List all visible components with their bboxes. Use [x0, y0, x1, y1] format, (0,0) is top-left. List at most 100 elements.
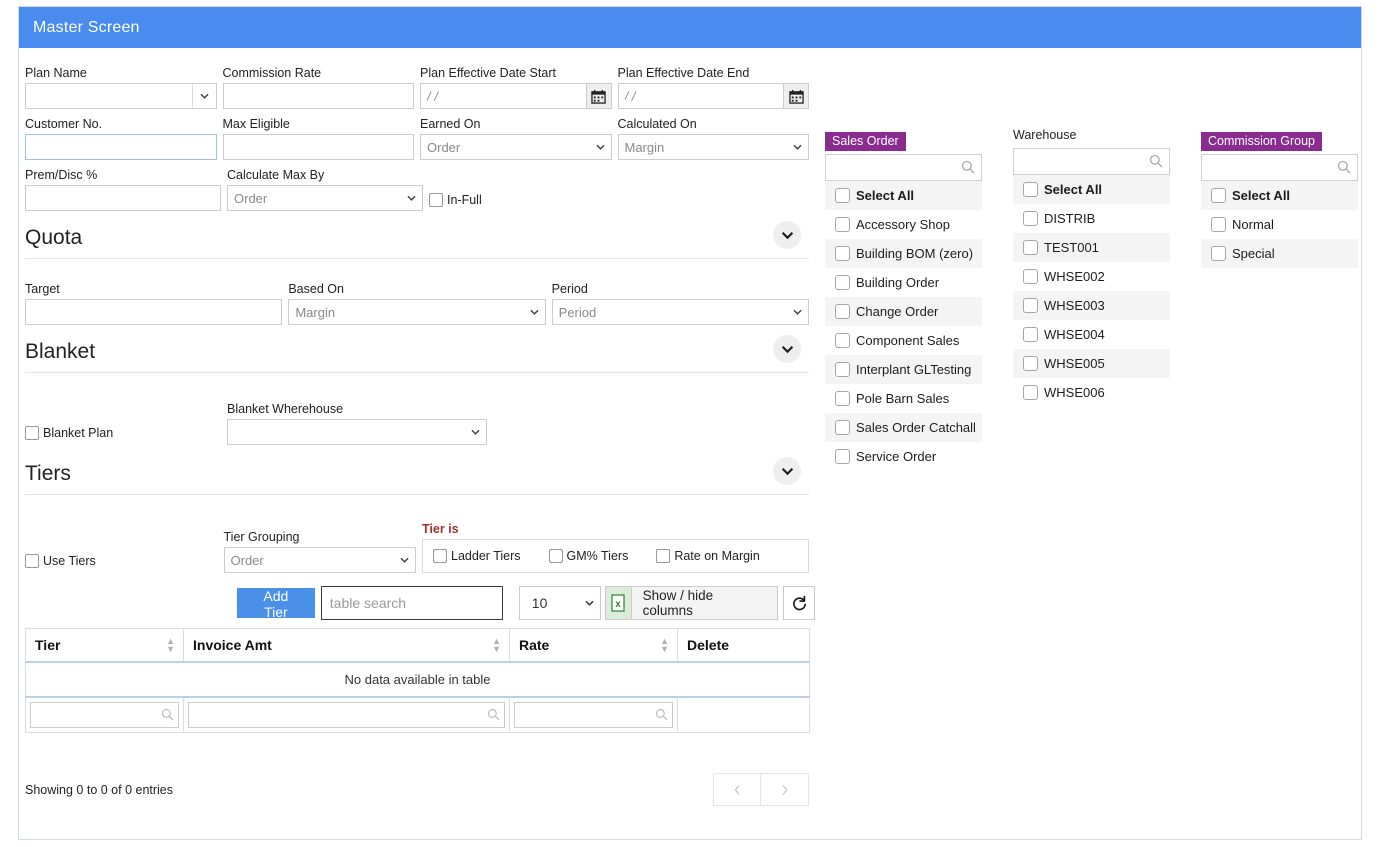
option-checkbox[interactable] — [835, 449, 850, 464]
in-full-checkbox[interactable] — [429, 193, 443, 207]
tiers-collapse-toggle[interactable] — [773, 457, 801, 485]
blanket-collapse-toggle[interactable] — [773, 335, 801, 363]
option-checkbox[interactable] — [1023, 298, 1038, 313]
list-item[interactable]: Change Order — [825, 297, 982, 326]
use-tiers-checkbox[interactable] — [25, 554, 39, 568]
ladder-tiers-checkbox[interactable] — [433, 549, 447, 563]
option-checkbox[interactable] — [835, 275, 850, 290]
sort-icon[interactable]: ▲▼ — [660, 637, 669, 653]
max-eligible-input[interactable] — [223, 134, 415, 160]
invoice-amt-filter-input[interactable] — [188, 702, 505, 728]
warehouse-search-input[interactable] — [1013, 148, 1170, 175]
prem-disc-input[interactable] — [25, 185, 221, 211]
list-item[interactable]: Building Order — [825, 268, 982, 297]
tier-filter-input[interactable] — [30, 702, 179, 728]
blanket-wherehouse-select[interactable] — [227, 419, 487, 445]
filter-cell-tier — [26, 697, 184, 733]
rate-filter-input[interactable] — [514, 702, 673, 728]
plan-name-select[interactable] — [25, 83, 217, 109]
option-checkbox[interactable] — [1023, 240, 1038, 255]
sales-order-select-all-checkbox[interactable] — [835, 188, 850, 203]
based-on-select[interactable]: Margin — [288, 299, 545, 325]
column-header-invoice-amt[interactable]: Invoice Amt ▲▼ — [184, 629, 510, 663]
date-start-input[interactable] — [420, 83, 586, 109]
list-item[interactable]: WHSE005 — [1013, 349, 1170, 378]
tier-grouping-select-wrap: Order — [224, 547, 417, 573]
page-length-select[interactable]: 10 — [519, 586, 601, 620]
table-search-input[interactable] — [321, 586, 503, 620]
calculated-on-select[interactable]: Margin — [618, 134, 810, 160]
search-icon — [1337, 160, 1351, 174]
sales-order-search-wrap — [825, 154, 982, 181]
warehouse-select-all-checkbox[interactable] — [1023, 182, 1038, 197]
option-checkbox[interactable] — [1023, 269, 1038, 284]
list-item[interactable]: TEST001 — [1013, 233, 1170, 262]
excel-export-icon[interactable]: x — [606, 587, 632, 619]
date-end-input[interactable] — [618, 83, 784, 109]
commission-group-search-input[interactable] — [1201, 154, 1358, 181]
sales-order-select-all-row[interactable]: Select All — [825, 181, 982, 210]
list-item[interactable]: Special — [1201, 239, 1358, 268]
column-header-rate[interactable]: Rate ▲▼ — [510, 629, 678, 663]
calendar-icon[interactable] — [586, 83, 612, 109]
calculate-max-by-select[interactable]: Order — [227, 185, 423, 211]
option-checkbox[interactable] — [1023, 211, 1038, 226]
calculated-on-select-wrap: Margin — [618, 134, 810, 160]
list-item[interactable]: WHSE002 — [1013, 262, 1170, 291]
list-item[interactable]: Normal — [1201, 210, 1358, 239]
show-hide-columns-button[interactable]: x Show / hide columns — [605, 586, 778, 620]
column-header-tier[interactable]: Tier ▲▼ — [26, 629, 184, 663]
option-checkbox[interactable] — [835, 246, 850, 261]
refresh-button[interactable] — [783, 586, 815, 620]
option-checkbox[interactable] — [835, 391, 850, 406]
option-checkbox[interactable] — [1023, 327, 1038, 342]
field-based-on: Based On Margin — [288, 281, 545, 325]
list-item[interactable]: Pole Barn Sales — [825, 384, 982, 413]
list-item[interactable]: Interplant GLTesting — [825, 355, 982, 384]
list-item[interactable]: WHSE006 — [1013, 378, 1170, 407]
sales-order-search-input[interactable] — [825, 154, 982, 181]
option-checkbox[interactable] — [835, 217, 850, 232]
option-checkbox[interactable] — [1211, 246, 1226, 261]
blanket-plan-checkbox[interactable] — [25, 426, 39, 440]
tier-grouping-select[interactable]: Order — [224, 547, 417, 573]
field-blanket-wherehouse: Blanket Wherehouse — [227, 401, 487, 445]
option-checkbox[interactable] — [835, 362, 850, 377]
list-item[interactable]: Accessory Shop — [825, 210, 982, 239]
option-label: Building BOM (zero) — [856, 246, 973, 261]
warehouse-title: Warehouse — [1013, 128, 1076, 142]
commission-group-select-all-checkbox[interactable] — [1211, 188, 1226, 203]
option-checkbox[interactable] — [1023, 356, 1038, 371]
add-tier-button[interactable]: Add Tier — [237, 588, 315, 618]
option-checkbox[interactable] — [835, 304, 850, 319]
commission-group-title-badge: Commission Group — [1201, 132, 1322, 151]
calendar-icon[interactable] — [783, 83, 809, 109]
list-item[interactable]: Component Sales — [825, 326, 982, 355]
list-item[interactable]: WHSE003 — [1013, 291, 1170, 320]
commission-group-select-all-row[interactable]: Select All — [1201, 181, 1358, 210]
field-target: Target — [25, 281, 282, 325]
list-item[interactable]: WHSE004 — [1013, 320, 1170, 349]
list-item[interactable]: DISTRIB — [1013, 204, 1170, 233]
sort-icon[interactable]: ▲▼ — [166, 637, 175, 653]
option-checkbox[interactable] — [835, 420, 850, 435]
gm-tiers-checkbox[interactable] — [549, 549, 563, 563]
sort-icon[interactable]: ▲▼ — [492, 637, 501, 653]
period-select[interactable]: Period — [552, 299, 809, 325]
option-checkbox[interactable] — [1023, 385, 1038, 400]
option-checkbox[interactable] — [1211, 217, 1226, 232]
list-item[interactable]: Service Order — [825, 442, 982, 471]
list-item[interactable]: Building BOM (zero) — [825, 239, 982, 268]
customer-no-input[interactable] — [25, 134, 217, 160]
earned-on-select[interactable]: Order — [420, 134, 612, 160]
quota-collapse-toggle[interactable] — [773, 221, 801, 249]
target-input[interactable] — [25, 299, 282, 325]
pagination-prev-button[interactable] — [713, 773, 761, 806]
pagination-next-button[interactable] — [761, 773, 809, 806]
list-item[interactable]: Sales Order Catchall — [825, 413, 982, 442]
rate-on-margin-checkbox[interactable] — [656, 549, 670, 563]
option-label: Special — [1232, 246, 1275, 261]
warehouse-select-all-row[interactable]: Select All — [1013, 175, 1170, 204]
option-checkbox[interactable] — [835, 333, 850, 348]
commission-rate-input[interactable] — [223, 83, 415, 109]
